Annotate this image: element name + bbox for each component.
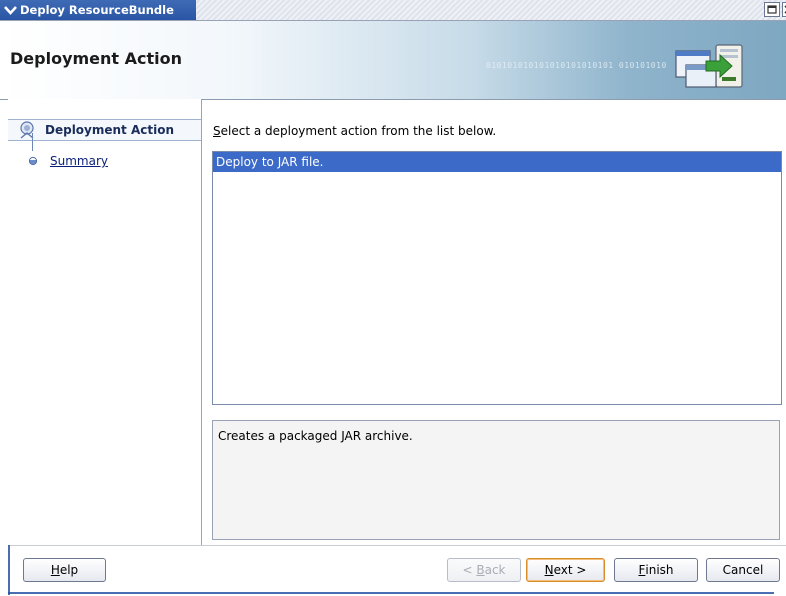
cancel-button[interactable]: Cancel xyxy=(706,558,780,582)
step-icon xyxy=(28,156,38,166)
nav-step-deployment-action[interactable]: Deployment Action xyxy=(8,119,201,141)
window-frame-bottom-edge xyxy=(8,592,774,594)
finish-label: inish xyxy=(645,563,674,577)
back-label: ack xyxy=(484,563,506,577)
nav-step-label: Summary xyxy=(50,154,108,168)
instruction-mnemonic: S xyxy=(213,124,221,138)
next-mnemonic: N xyxy=(544,563,554,577)
close-button[interactable] xyxy=(782,2,786,17)
banner-binary-pattern: 010101010101010101010101 010101010 xyxy=(486,61,667,70)
cancel-label: Cancel xyxy=(722,563,764,577)
help-button[interactable]: Help xyxy=(23,558,106,582)
window-title: Deploy ResourceBundle xyxy=(20,3,174,17)
back-button[interactable]: < Back xyxy=(447,558,521,582)
maximize-icon xyxy=(767,3,777,17)
instruction-label: Select a deployment action from the list… xyxy=(213,124,496,138)
window-title-tab[interactable]: Deploy ResourceBundle xyxy=(0,0,196,20)
back-mnemonic: B xyxy=(476,563,485,577)
page-title: Deployment Action xyxy=(10,49,183,68)
maximize-button[interactable] xyxy=(764,2,780,17)
help-label: elp xyxy=(59,563,79,577)
next-button[interactable]: Next > xyxy=(526,558,605,582)
back-prefix: < xyxy=(462,563,477,577)
list-item[interactable]: Deploy to JAR file. xyxy=(213,152,781,172)
button-bar-divider xyxy=(8,545,786,546)
finish-button[interactable]: Finish xyxy=(614,558,698,582)
finish-mnemonic: F xyxy=(638,563,646,577)
instruction-text: elect a deployment action from the list … xyxy=(220,124,497,138)
title-bar: Deploy ResourceBundle xyxy=(0,0,786,21)
nav-step-summary[interactable]: Summary xyxy=(8,151,108,171)
window-frame-left-edge xyxy=(8,545,10,595)
deployment-action-list[interactable]: Deploy to JAR file. xyxy=(212,151,782,405)
help-mnemonic: H xyxy=(50,563,60,577)
wizard-header-banner: Deployment Action 0101010101010101010101… xyxy=(0,21,786,100)
step-connector xyxy=(32,133,33,151)
nav-step-label: Deployment Action xyxy=(45,123,175,137)
next-label: ext > xyxy=(553,563,587,577)
wizard-step-nav: Deployment Action Summary xyxy=(8,99,202,545)
menu-chevron-icon[interactable] xyxy=(3,3,17,17)
action-description: Creates a packaged JAR archive. xyxy=(218,429,413,443)
action-description-box: Creates a packaged JAR archive. xyxy=(212,420,780,540)
deploy-banner-icon xyxy=(674,41,758,100)
active-step-icon xyxy=(18,121,36,139)
